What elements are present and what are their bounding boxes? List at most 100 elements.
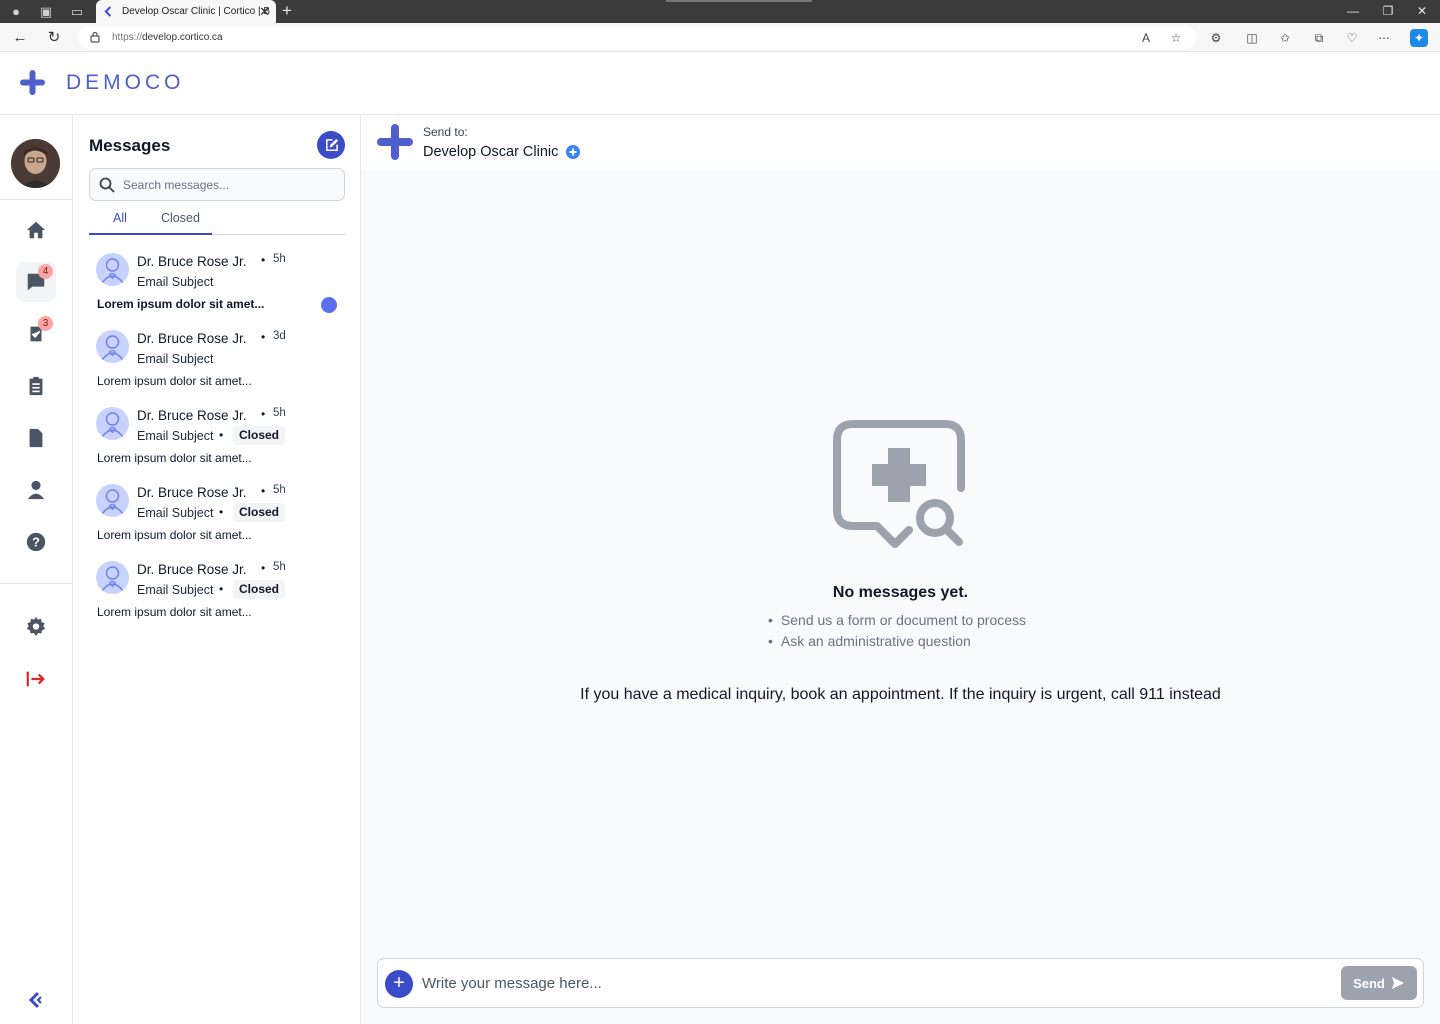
lock-icon [90,31,100,43]
url-protocol: https:// [112,32,143,43]
empty-state-title: No messages yet. [832,584,969,601]
new-tab-button[interactable]: + [282,0,292,22]
rail-logout-button[interactable] [16,659,56,699]
copilot-icon[interactable]: ✦ [1410,29,1428,47]
conversation-sender: Dr. Bruce Rose Jr. [137,408,247,423]
user-avatar[interactable] [11,139,60,188]
rail-forms-button[interactable] [16,366,56,406]
help-icon: ? [26,532,46,552]
rail-divider [0,199,72,200]
rail-documents-button[interactable] [16,418,56,458]
conversation-item[interactable]: Dr. Bruce Rose Jr. • 5h Email Subject • Close… [89,478,345,554]
app-header: DEMOCO [0,52,1440,115]
separator-dot: • [219,582,224,596]
messages-panel: Messages All Closed Dr. Bruce Rose Jr. • 5… [73,115,361,1024]
close-tab-icon[interactable]: ✕ [259,0,270,23]
browser-tab-active[interactable]: Develop Oscar Clinic | Cortico | B ✕ [96,0,276,23]
clipboard-icon [29,376,43,396]
conversation-subject: Email Subject [137,275,214,289]
send-to-label: Send to: [423,125,468,139]
conversation-subject: Email Subject [137,583,214,597]
conversation-time: 5h [273,484,286,496]
person-icon [27,480,45,500]
conversation-sender: Dr. Bruce Rose Jr. [137,331,247,346]
democo-logo-icon [20,70,45,95]
doctor-avatar-icon [96,253,129,286]
rail-messages-button[interactable]: 4 [16,262,56,302]
compose-icon [325,138,338,151]
favorites-icon[interactable]: ✩ [1276,29,1294,47]
url-field[interactable]: https://develop.cortico.ca [78,26,1196,49]
split-screen-icon[interactable]: ◫ [1243,29,1261,47]
status-badge: Closed [233,426,286,445]
conversation-item[interactable]: Dr. Bruce Rose Jr. • 5h Email Subject • Close… [89,555,345,631]
rail-tasks-button[interactable]: 3 [16,314,56,354]
extensions-icon[interactable]: ⚙ [1207,29,1225,47]
tab-all[interactable]: All [113,211,127,225]
conversation-subject: Email Subject [137,506,214,520]
tasks-badge: 3 [38,316,53,331]
rail-settings-button[interactable] [16,607,56,647]
compose-button[interactable] [317,131,345,159]
conversation-preview: Lorem ipsum dolor sit amet... [97,528,252,542]
conversation-header: Send to: Develop Oscar Clinic [361,115,1440,170]
doctor-avatar-icon [96,561,129,594]
conversation-sender: Dr. Bruce Rose Jr. [137,562,247,577]
conversation-sender: Dr. Bruce Rose Jr. [137,485,247,500]
more-menu-icon[interactable]: ⋯ [1375,29,1393,47]
conversation-item[interactable]: Dr. Bruce Rose Jr. • 5h Email Subject Lorem … [89,247,345,323]
conversation-time: 5h [273,253,286,265]
clinic-logo-icon [377,124,413,160]
cortico-logo-icon [28,991,42,1009]
separator-dot: • [261,561,266,575]
separator-dot: • [219,505,224,519]
brand-name: DEMOCO [66,71,185,94]
conversation-item[interactable]: Dr. Bruce Rose Jr. • 3d Email Subject Lorem … [89,324,345,400]
doctor-avatar-icon [96,484,129,517]
empty-state-point: Send us a form or document to process [768,610,1026,631]
conversation-subject: Email Subject [137,352,214,366]
gear-icon [26,616,46,636]
conversation-area: Send to: Develop Oscar Clinic No message… [361,115,1440,1024]
conversation-item[interactable]: Dr. Bruce Rose Jr. • 5h Email Subject • Close… [89,401,345,477]
browser-tab-title: Develop Oscar Clinic | Cortico | B [122,6,271,17]
restore-icon[interactable]: ❐ [1371,0,1405,23]
no-messages-illustration-icon [833,420,965,548]
conversation-preview: Lorem ipsum dolor sit amet... [97,297,265,311]
clinic-name[interactable]: Develop Oscar Clinic [423,144,558,160]
close-window-icon[interactable]: ✕ [1405,0,1439,23]
plus-icon: + [393,972,405,994]
svg-text:?: ? [32,535,40,550]
browser-address-bar: ← ↻ https://develop.cortico.ca A ☆ ⚙ ◫ ✩… [0,23,1440,52]
favorite-star-icon[interactable]: ☆ [1167,29,1185,47]
conversation-preview: Lorem ipsum dolor sit amet... [97,451,252,465]
attach-button[interactable]: + [385,970,413,998]
separator-dot: • [219,428,224,442]
read-aloud-icon[interactable]: A [1137,29,1155,47]
conversation-preview: Lorem ipsum dolor sit amet... [97,374,252,388]
rail-profile-button[interactable] [16,470,56,510]
minimize-icon[interactable]: — [1336,0,1370,23]
active-tab-indicator [89,233,212,235]
collections-icon[interactable]: ⧉ [1310,29,1328,47]
profile-icon[interactable]: ● [8,4,24,20]
search-input[interactable] [123,169,338,200]
status-badge: Closed [233,580,286,599]
medical-inquiry-note: If you have a medical inquiry, book an a… [580,686,1221,703]
messages-tabs: All Closed [89,205,345,235]
send-arrow-icon [1391,977,1404,989]
back-icon[interactable]: ← [10,28,30,48]
tab-closed[interactable]: Closed [161,211,200,225]
separator-dot: • [261,253,266,267]
rail-home-button[interactable] [16,210,56,250]
send-button[interactable]: Send [1341,966,1417,1000]
user-photo-icon [11,139,60,188]
workspaces-icon[interactable]: ▣ [38,4,54,20]
rail-divider [0,583,72,584]
rail-help-button[interactable]: ? [16,522,56,562]
tab-actions-icon[interactable]: ▭ [69,4,85,20]
browser-essentials-icon[interactable]: ♡ [1343,29,1361,47]
message-input[interactable] [422,959,1322,1007]
separator-dot: • [261,330,266,344]
refresh-icon[interactable]: ↻ [44,28,64,48]
